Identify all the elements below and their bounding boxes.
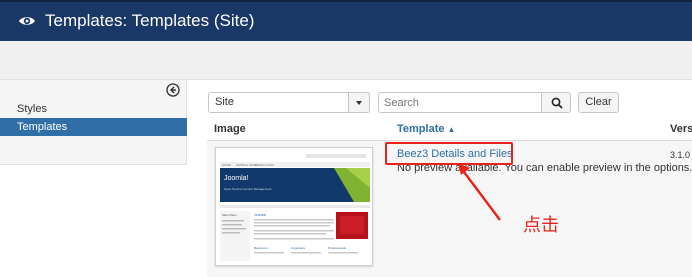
column-header-version[interactable]: Versi xyxy=(670,123,692,135)
thumbnail-sidebar-heading: Main Menu xyxy=(222,213,237,217)
thumbnail-column-upgraders: Upgraders xyxy=(291,246,306,250)
sidebar-item-styles[interactable]: Styles xyxy=(0,100,187,118)
page-header: Templates: Templates (Site) xyxy=(0,0,692,41)
toolbar xyxy=(0,41,692,80)
thumbnail-column-beginners: Beginners xyxy=(254,246,268,250)
sidebar: Styles Templates xyxy=(0,80,187,165)
template-version: 3.1.0 xyxy=(670,150,691,160)
search-input[interactable] xyxy=(378,92,541,113)
thumbnail-brand: Joomla! xyxy=(224,175,249,182)
sidebar-toggle-icon[interactable] xyxy=(166,83,180,97)
thumbnail-column-professionals: Professionals xyxy=(328,246,347,250)
sort-ascending-icon: ▲ xyxy=(447,125,456,134)
thumbnail-nav-home: HOME xyxy=(222,163,231,167)
column-header-template[interactable]: Template ▲ xyxy=(397,123,455,135)
annotation-label: 点击 xyxy=(523,215,559,236)
thumbnail-content-heading: Joomla! xyxy=(254,213,266,217)
annotation-arrow-icon xyxy=(458,163,501,221)
column-header-template-label: Template xyxy=(397,123,445,135)
page: Templates: Templates (Site) Styles Templ… xyxy=(0,0,692,277)
sidebar-item-templates[interactable]: Templates xyxy=(0,118,187,136)
page-title: Templates: Templates (Site) xyxy=(45,11,255,30)
search-icon xyxy=(551,97,563,109)
column-header-image: Image xyxy=(214,123,246,135)
client-select[interactable]: Site xyxy=(208,92,370,113)
thumbnail-tagline: Open Source Content Management xyxy=(224,187,272,191)
template-thumbnail[interactable]: HOME SAMPLE SITES JOOMLA.ORG Joomla! Ope… xyxy=(215,147,373,266)
chevron-down-icon[interactable] xyxy=(348,92,370,113)
eye-icon xyxy=(19,17,35,25)
clear-button[interactable]: Clear xyxy=(578,92,619,113)
search-button[interactable] xyxy=(541,92,571,113)
thumbnail-nav-joomla-org: JOOMLA.ORG xyxy=(254,163,275,167)
thumbnail-image: HOME SAMPLE SITES JOOMLA.ORG Joomla! Ope… xyxy=(216,148,372,265)
